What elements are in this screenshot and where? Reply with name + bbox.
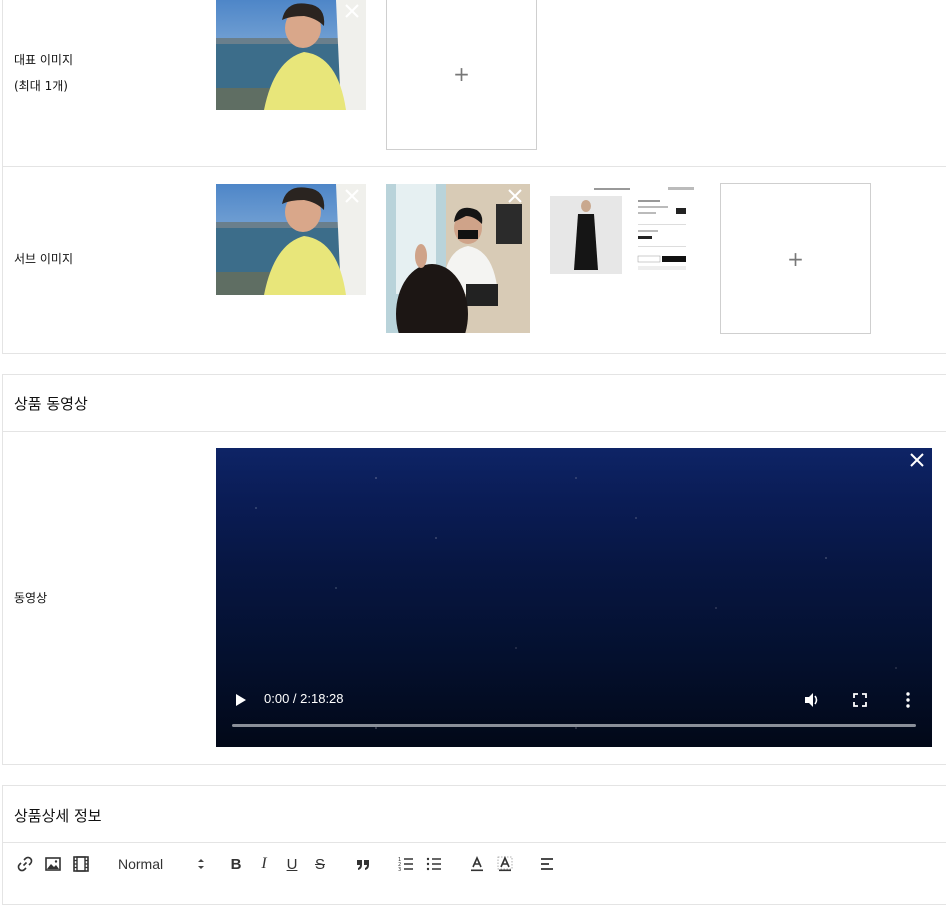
background-color-icon (497, 856, 513, 872)
bullet-list-button[interactable] (425, 855, 443, 873)
video-section-title: 상품 동영상 (14, 395, 88, 413)
play-icon (236, 694, 246, 706)
font-color-icon (471, 856, 483, 872)
close-icon (508, 189, 522, 203)
background-color-button[interactable] (496, 855, 514, 873)
fullscreen-icon (853, 693, 867, 707)
select-arrows-icon (198, 859, 204, 869)
underline-icon: U (286, 855, 298, 873)
format-select[interactable]: Normal (118, 855, 206, 873)
section-header-divider (3, 842, 946, 843)
ordered-list-button[interactable]: 1 2 3 (397, 855, 415, 873)
remove-main-image-button[interactable] (341, 0, 363, 22)
plus-icon: + (787, 246, 804, 271)
bullet-list-icon (426, 857, 441, 871)
main-image-label-title: 대표 이미지 (14, 53, 74, 67)
fullscreen-button[interactable] (852, 692, 868, 708)
sub-image-thumbnail-2[interactable] (386, 184, 530, 333)
main-image-label: 대표 이미지 (최대 1개) (14, 47, 73, 99)
close-icon (345, 189, 359, 203)
remove-video-button[interactable] (906, 449, 928, 471)
more-vertical-icon (906, 692, 910, 708)
close-icon (345, 4, 359, 18)
detail-panel (2, 785, 946, 905)
ordered-list-icon: 1 2 3 (398, 857, 413, 873)
image-icon (45, 857, 61, 871)
add-sub-image-button[interactable]: + (720, 183, 871, 334)
detail-section-title: 상품상세 정보 (14, 807, 102, 825)
main-image-label-limit: (최대 1개) (14, 79, 68, 93)
plus-icon: + (453, 62, 470, 86)
strike-button[interactable]: S (312, 855, 328, 873)
remove-sub-image-1-button[interactable] (341, 185, 363, 207)
video-progress-bar[interactable] (232, 724, 916, 727)
align-icon (541, 858, 553, 870)
link-button[interactable] (16, 855, 34, 873)
video-time-display: 0:00 / 2:18:28 (264, 691, 344, 706)
main-image-thumbnail[interactable] (216, 0, 366, 110)
volume-icon (805, 693, 818, 707)
bold-button[interactable]: B (228, 855, 244, 873)
video-embed-button[interactable] (72, 855, 90, 873)
sub-image-thumbnail-1[interactable] (216, 184, 366, 295)
format-select-value: Normal (118, 856, 164, 872)
video-icon (73, 856, 89, 872)
remove-sub-image-2-button[interactable] (504, 185, 526, 207)
sub-image-thumbnail-3[interactable] (550, 184, 700, 278)
svg-text:3: 3 (398, 867, 401, 873)
italic-button[interactable]: I (256, 855, 272, 873)
align-button[interactable] (539, 855, 557, 873)
more-options-button[interactable] (900, 691, 916, 709)
row-divider (3, 166, 946, 167)
play-button[interactable] (233, 692, 249, 708)
close-icon (910, 453, 924, 467)
font-color-button[interactable] (468, 855, 486, 873)
bold-icon: B (230, 855, 242, 873)
image-button[interactable] (44, 855, 62, 873)
add-main-image-button[interactable]: + (386, 0, 537, 150)
volume-button[interactable] (803, 691, 821, 709)
blockquote-button[interactable] (354, 855, 372, 873)
blockquote-icon (357, 860, 369, 870)
italic-icon: I (261, 855, 267, 872)
sub-image-label: 서브 이미지 (14, 252, 74, 266)
product-page-screenshot (550, 184, 700, 278)
underline-button[interactable]: U (284, 855, 300, 873)
video-row-label: 동영상 (14, 591, 48, 605)
section-header-divider (3, 431, 946, 432)
link-icon (17, 856, 33, 872)
strike-icon: S (314, 855, 325, 873)
